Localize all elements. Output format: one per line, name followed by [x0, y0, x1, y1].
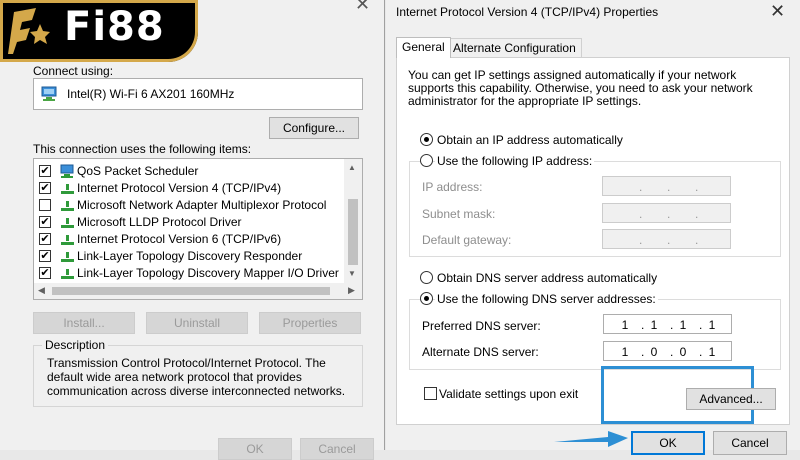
obtain-ip-auto-label[interactable]: Obtain an IP address automatically: [437, 133, 623, 147]
scroll-right-icon[interactable]: ▶: [348, 285, 355, 296]
item-label: Microsoft LLDP Protocol Driver: [77, 215, 242, 229]
scroll-left-icon[interactable]: ◀: [38, 285, 45, 296]
ok-button[interactable]: OK: [631, 431, 705, 455]
logo-mark-icon: [6, 6, 60, 59]
vertical-scrollbar[interactable]: ▲ ▼: [344, 159, 362, 283]
scroll-up-icon[interactable]: ▲: [348, 163, 356, 172]
close-icon[interactable]: ✕: [770, 1, 785, 22]
use-following-dns-radio[interactable]: [420, 292, 433, 305]
configure-button[interactable]: Configure...: [269, 117, 359, 139]
logo-text: Fi88: [64, 4, 165, 50]
list-item[interactable]: ✔ Internet Protocol Version 4 (TCP/IPv4): [34, 180, 344, 197]
network-adapter-icon: [41, 86, 59, 105]
advanced-button[interactable]: Advanced...: [686, 388, 776, 410]
list-item[interactable]: ✔ Link-Layer Topology Discovery Mapper I…: [34, 265, 344, 282]
item-checkbox[interactable]: ✔: [39, 182, 51, 194]
list-item[interactable]: Microsoft Network Adapter Multiplexor Pr…: [34, 197, 344, 214]
item-label: Microsoft Network Adapter Multiplexor Pr…: [77, 198, 327, 212]
list-item[interactable]: ✔ Internet Protocol Version 6 (TCP/IPv6): [34, 231, 344, 248]
default-gateway-field[interactable]: ...: [602, 229, 731, 249]
item-label: Internet Protocol Version 6 (TCP/IPv6): [77, 232, 282, 246]
item-label: Link-Layer Topology Discovery Mapper I/O…: [77, 266, 339, 280]
ip-octet: 0: [679, 345, 687, 359]
intro-text: You can get IP settings assigned automat…: [408, 68, 753, 108]
protocol-icon: [60, 266, 75, 284]
horizontal-scrollbar[interactable]: ◀ ▶: [34, 283, 362, 299]
scroll-thumb[interactable]: [348, 199, 358, 265]
item-checkbox[interactable]: [39, 199, 51, 211]
validate-settings-label[interactable]: Validate settings upon exit: [439, 387, 578, 401]
use-following-dns-label[interactable]: Use the following DNS server addresses:: [435, 292, 658, 306]
ip-octet: 1: [621, 345, 629, 359]
close-icon[interactable]: ✕: [355, 0, 370, 15]
cancel-button[interactable]: Cancel: [713, 431, 787, 455]
ip-octet: 1: [650, 318, 658, 332]
use-following-ip-label[interactable]: Use the following IP address:: [435, 154, 595, 168]
tab-alternate-configuration[interactable]: Alternate Configuration: [447, 38, 582, 58]
ip-octet: 1: [621, 318, 629, 332]
use-following-ip-radio[interactable]: [420, 154, 433, 167]
ipv4-properties-dialog: Internet Protocol Version 4 (TCP/IPv4) P…: [386, 0, 800, 455]
properties-button[interactable]: Properties: [259, 312, 361, 334]
item-label: QoS Packet Scheduler: [77, 164, 199, 178]
cancel-button[interactable]: Cancel: [300, 438, 374, 460]
item-checkbox[interactable]: ✔: [39, 250, 51, 262]
items-list[interactable]: ✔ QoS Packet Scheduler ✔ Internet Protoc…: [33, 158, 363, 300]
obtain-dns-auto-label[interactable]: Obtain DNS server address automatically: [437, 271, 657, 285]
item-checkbox[interactable]: ✔: [39, 267, 51, 279]
tab-general[interactable]: General: [396, 37, 451, 58]
ip-octet: 1: [708, 318, 716, 332]
item-checkbox[interactable]: ✔: [39, 165, 51, 177]
subnet-mask-label: Subnet mask:: [422, 207, 496, 221]
item-label: Internet Protocol Version 4 (TCP/IPv4): [77, 181, 282, 195]
ip-address-field[interactable]: ...: [602, 176, 731, 196]
default-gateway-label: Default gateway:: [422, 233, 512, 247]
list-item[interactable]: ✔ Microsoft LLDP Protocol Driver: [34, 214, 344, 231]
item-label: Link-Layer Topology Discovery Responder: [77, 249, 303, 263]
preferred-dns-field[interactable]: 1 . 1 . 1 . 1: [603, 314, 732, 334]
items-list-label: This connection uses the following items…: [33, 142, 252, 156]
scroll-thumb[interactable]: [52, 287, 330, 295]
general-tab-panel: You can get IP settings assigned automat…: [396, 57, 790, 425]
ip-address-label: IP address:: [422, 180, 483, 194]
install-button[interactable]: Install...: [33, 312, 135, 334]
alternate-dns-field[interactable]: 1 . 0 . 0 . 1: [603, 341, 732, 361]
adapter-box: Intel(R) Wi-Fi 6 AX201 160MHz: [33, 78, 363, 110]
arrow-pointer-icon: [552, 428, 632, 453]
adapter-name: Intel(R) Wi-Fi 6 AX201 160MHz: [67, 87, 235, 101]
subnet-mask-field[interactable]: ...: [602, 203, 731, 223]
description-text: Transmission Control Protocol/Internet P…: [47, 356, 346, 398]
item-checkbox[interactable]: ✔: [39, 233, 51, 245]
ip-octet: 1: [679, 318, 687, 332]
description-title: Description: [42, 338, 109, 352]
alternate-dns-label: Alternate DNS server:: [422, 345, 539, 359]
uninstall-button[interactable]: Uninstall: [146, 312, 248, 334]
ip-octet: 0: [650, 345, 658, 359]
ip-octet: 1: [708, 345, 716, 359]
dialog-title: Internet Protocol Version 4 (TCP/IPv4) P…: [396, 5, 659, 19]
ok-button[interactable]: OK: [218, 438, 292, 460]
obtain-dns-auto-radio[interactable]: [420, 271, 433, 284]
brand-logo: Fi88: [0, 0, 198, 62]
list-item[interactable]: ✔ Link-Layer Topology Discovery Responde…: [34, 248, 344, 265]
item-checkbox[interactable]: ✔: [39, 216, 51, 228]
preferred-dns-label: Preferred DNS server:: [422, 319, 541, 333]
obtain-ip-auto-radio[interactable]: [420, 133, 433, 146]
connection-properties-dialog: ✕ Connect using: Intel(R) Wi-Fi 6 AX201 …: [0, 0, 385, 460]
connect-using-label: Connect using:: [33, 64, 114, 78]
validate-settings-checkbox[interactable]: [424, 387, 437, 400]
list-item[interactable]: ✔ QoS Packet Scheduler: [34, 163, 344, 180]
scroll-down-icon[interactable]: ▼: [348, 269, 356, 278]
